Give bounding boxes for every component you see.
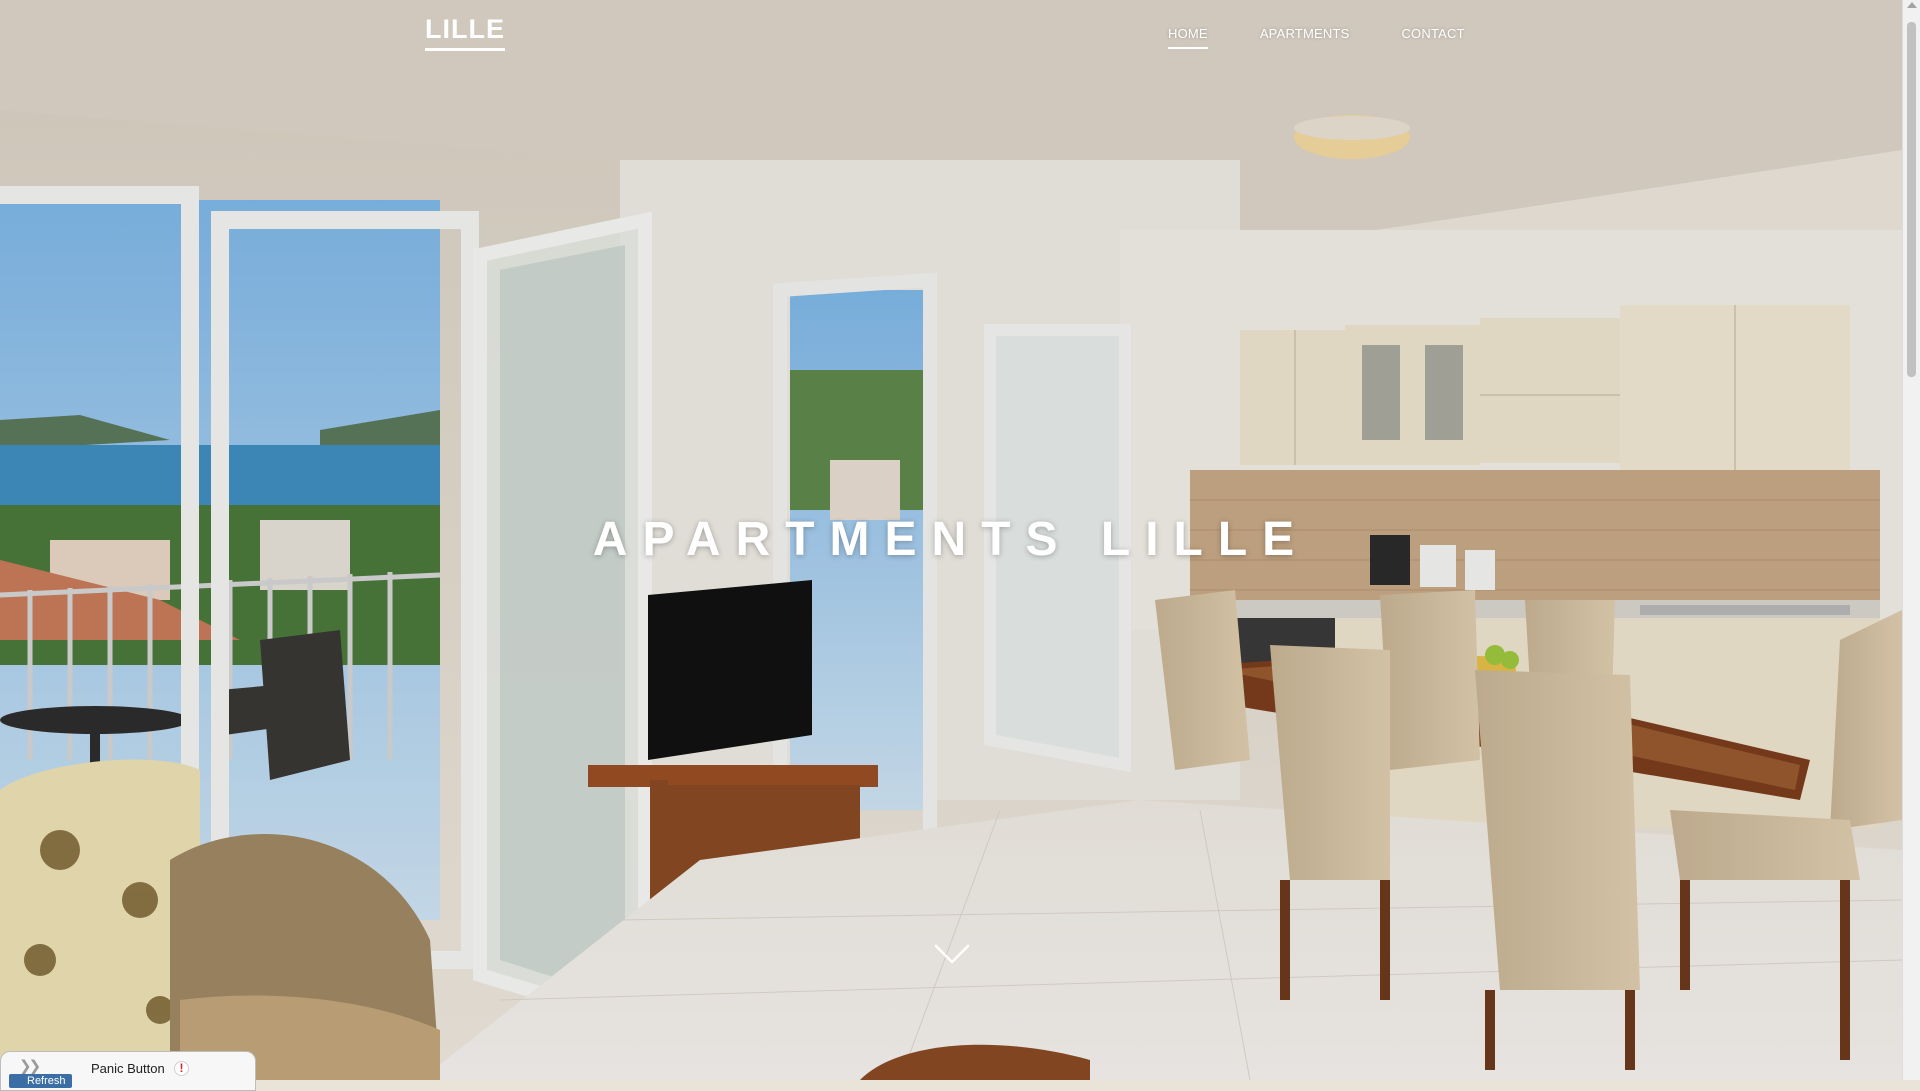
refresh-button[interactable]: Refresh [9,1074,72,1088]
site-logo[interactable]: LILLE [425,14,505,51]
panic-button-widget[interactable]: ❯❯ Panic Button ! Refresh [0,1051,256,1091]
hero-title: APARTMENTS LILLE [592,513,1310,566]
nav-item-contact[interactable]: CONTACT [1401,26,1464,49]
warning-icon: ! [174,1061,189,1076]
scrollbar-thumb[interactable] [1907,22,1916,377]
panic-button-label[interactable]: Panic Button [91,1061,165,1076]
chevron-down-icon[interactable] [934,942,970,968]
double-chevron-right-icon[interactable]: ❯❯ [19,1057,41,1075]
scroll-up-arrow-icon[interactable] [1907,2,1917,8]
nav-item-apartments[interactable]: APARTMENTS [1260,26,1350,49]
nav-item-home[interactable]: HOME [1168,26,1208,49]
main-navigation: HOME APARTMENTS CONTACT [1168,26,1465,49]
page-scrollbar[interactable] [1902,0,1920,1080]
